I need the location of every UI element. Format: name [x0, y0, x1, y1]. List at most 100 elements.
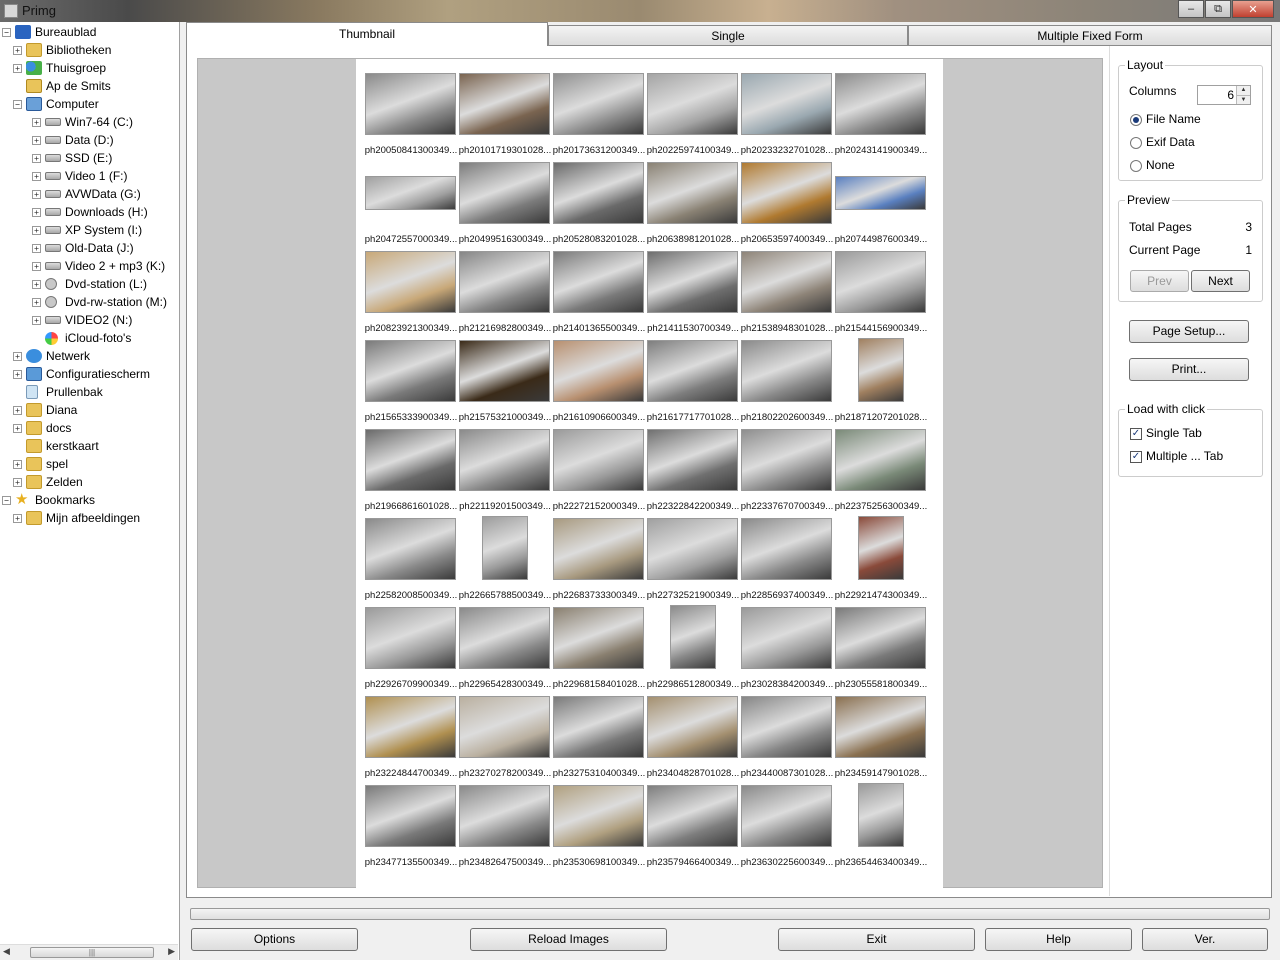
- tree-item-label[interactable]: Bookmarks: [35, 493, 95, 507]
- thumbnail-item[interactable]: ph20744987600349...: [834, 158, 928, 245]
- tree-item-label[interactable]: AVWData (G:): [65, 187, 141, 201]
- tree-expander-icon[interactable]: +: [32, 243, 41, 253]
- thumbnail-image[interactable]: [553, 251, 644, 313]
- columns-value[interactable]: 6: [1227, 88, 1234, 102]
- scrollbar-thumb[interactable]: |||: [30, 947, 154, 958]
- tree-item[interactable]: + AVWData (G:): [32, 185, 141, 203]
- scroll-left-icon[interactable]: ◀: [3, 946, 10, 957]
- thumbnail-item[interactable]: ph23530698100349...: [552, 781, 646, 868]
- thumbnail-item[interactable]: ph22665788500349...: [458, 514, 552, 601]
- thumbnail-image[interactable]: [553, 340, 644, 402]
- thumbnail-item[interactable]: ph22272152000349...: [552, 425, 646, 512]
- thumbnail-image[interactable]: [459, 340, 550, 402]
- tree-item[interactable]: + Netwerk: [13, 347, 90, 365]
- thumbnail-item[interactable]: ph21411530700349...: [646, 247, 740, 334]
- thumbnail-image[interactable]: [858, 516, 904, 580]
- thumbnail-image[interactable]: [647, 696, 738, 758]
- thumbnail-image[interactable]: [858, 783, 904, 847]
- tree-expander-icon[interactable]: +: [13, 45, 22, 55]
- thumbnail-image[interactable]: [365, 176, 456, 210]
- tree-expander-icon[interactable]: +: [13, 513, 22, 523]
- tree-item-label[interactable]: Data (D:): [65, 133, 114, 147]
- tree-item-label[interactable]: Dvd-rw-station (M:): [65, 295, 167, 309]
- tree-item-label[interactable]: Video 1 (F:): [65, 169, 127, 183]
- thumbnail-image[interactable]: [741, 162, 832, 224]
- thumbnail-image[interactable]: [553, 162, 644, 224]
- single-tab-checkbox[interactable]: ✓: [1130, 428, 1142, 440]
- thumbnail-item[interactable]: ph20823921300349...: [364, 247, 458, 334]
- thumbnail-item[interactable]: ph20499516300349...: [458, 158, 552, 245]
- thumbnail-image[interactable]: [647, 785, 738, 847]
- thumbnail-item[interactable]: ph21966861601028...: [364, 425, 458, 512]
- thumbnail-item[interactable]: ph20225974100349...: [646, 69, 740, 156]
- thumbnail-image[interactable]: [835, 73, 926, 135]
- tree-item-label[interactable]: kerstkaart: [46, 439, 99, 453]
- tree-expander-icon[interactable]: +: [13, 63, 22, 73]
- thumbnail-image[interactable]: [459, 162, 550, 224]
- tree-expander-icon[interactable]: +: [13, 423, 22, 433]
- tree-item[interactable]: − Bureaublad: [2, 23, 96, 41]
- thumbnail-item[interactable]: ph23440087301028...: [740, 692, 834, 779]
- thumbnail-image[interactable]: [459, 696, 550, 758]
- tree-expander-icon[interactable]: +: [32, 225, 41, 235]
- tree-item-label[interactable]: Diana: [46, 403, 77, 417]
- tree-item[interactable]: + Win7-64 (C:): [32, 113, 133, 131]
- multiple-tab-checkbox[interactable]: ✓: [1130, 451, 1142, 463]
- tree-item-label[interactable]: Video 2 + mp3 (K:): [65, 259, 165, 273]
- tree-expander-icon[interactable]: +: [13, 351, 22, 361]
- thumbnail-image[interactable]: [553, 785, 644, 847]
- thumbnail-item[interactable]: ph23482647500349...: [458, 781, 552, 868]
- thumbnail-image[interactable]: [553, 73, 644, 135]
- thumbnail-item[interactable]: ph20638981201028...: [646, 158, 740, 245]
- thumbnail-item[interactable]: ph23654463400349...: [834, 781, 928, 868]
- thumbnail-item[interactable]: ph21802202600349...: [740, 336, 834, 423]
- tab-multiple-fixed-form[interactable]: Multiple Fixed Form: [908, 25, 1272, 46]
- tree-item[interactable]: + Thuisgroep: [13, 59, 106, 77]
- tree-item[interactable]: + Configuratiescherm: [13, 365, 150, 383]
- thumbnail-image[interactable]: [365, 785, 456, 847]
- radio-file-name-label[interactable]: File Name: [1146, 112, 1201, 126]
- thumbnail-image[interactable]: [647, 73, 738, 135]
- thumbnail-item[interactable]: ph23459147901028...: [834, 692, 928, 779]
- thumbnail-item[interactable]: ph22921474300349...: [834, 514, 928, 601]
- thumbnail-image[interactable]: [741, 73, 832, 135]
- thumbnail-image[interactable]: [459, 429, 550, 491]
- thumbnail-item[interactable]: ph23630225600349...: [740, 781, 834, 868]
- thumbnail-image[interactable]: [553, 696, 644, 758]
- thumbnail-item[interactable]: ph21538948301028...: [740, 247, 834, 334]
- tree-item[interactable]: + XP System (I:): [32, 221, 142, 239]
- thumbnail-image[interactable]: [835, 176, 926, 210]
- thumbnail-image[interactable]: [741, 340, 832, 402]
- thumbnail-image[interactable]: [459, 73, 550, 135]
- tree-item[interactable]: + SSD (E:): [32, 149, 112, 167]
- tree-item[interactable]: + Video 2 + mp3 (K:): [32, 257, 165, 275]
- version-button[interactable]: Ver.: [1142, 928, 1268, 951]
- help-button[interactable]: Help: [985, 928, 1132, 951]
- tree-item-label[interactable]: Win7-64 (C:): [65, 115, 133, 129]
- tree-expander-icon[interactable]: +: [32, 117, 41, 127]
- tree-item[interactable]: + VIDEO2 (N:): [32, 311, 132, 329]
- radio-exif-data[interactable]: [1130, 137, 1142, 149]
- tab-single[interactable]: Single: [548, 25, 908, 46]
- thumbnail-image[interactable]: [647, 251, 738, 313]
- thumbnail-item[interactable]: ph22968158401028...: [552, 603, 646, 690]
- tree-item[interactable]: + spel: [13, 455, 68, 473]
- restore-button[interactable]: ⧉: [1205, 0, 1231, 18]
- thumbnail-item[interactable]: ph22926709900349...: [364, 603, 458, 690]
- tree-item[interactable]: + Old-Data (J:): [32, 239, 134, 257]
- tree-item-label[interactable]: Ap de Smits: [46, 79, 111, 93]
- thumbnail-image[interactable]: [835, 429, 926, 491]
- tree-item-label[interactable]: docs: [46, 421, 71, 435]
- radio-file-name[interactable]: [1130, 114, 1142, 126]
- thumbnail-item[interactable]: ph22856937400349...: [740, 514, 834, 601]
- close-button[interactable]: ✕: [1232, 0, 1274, 18]
- thumbnail-image[interactable]: [835, 607, 926, 669]
- tree-item-label[interactable]: Configuratiescherm: [46, 367, 150, 381]
- tree-expander-icon[interactable]: +: [13, 369, 22, 379]
- spin-down-icon[interactable]: ▼: [1236, 95, 1250, 104]
- tree-item[interactable]: + Dvd-rw-station (M:): [32, 293, 167, 311]
- tree-item-label[interactable]: spel: [46, 457, 68, 471]
- tree-item-label[interactable]: Bureaublad: [35, 25, 96, 39]
- thumbnail-item[interactable]: ph22322842200349...: [646, 425, 740, 512]
- thumbnail-image[interactable]: [482, 516, 528, 580]
